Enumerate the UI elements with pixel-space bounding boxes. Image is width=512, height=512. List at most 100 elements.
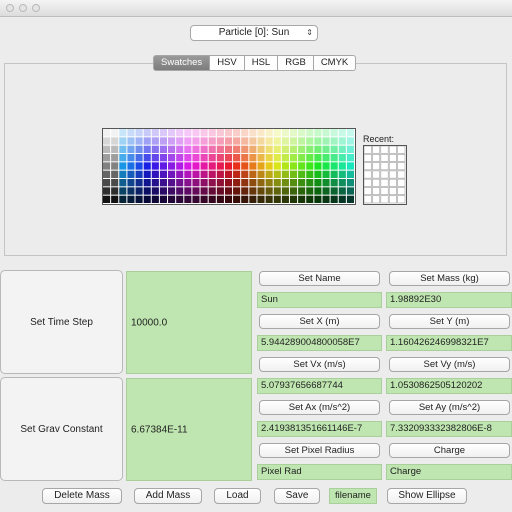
swatch-cell[interactable] [322,154,330,162]
swatch-cell[interactable] [127,129,135,137]
swatch-cell[interactable] [241,154,249,162]
swatch-cell[interactable] [281,195,289,203]
swatch-cell[interactable] [119,170,127,178]
swatch-cell[interactable] [346,187,354,195]
minimize-window-icon[interactable] [19,4,27,12]
recent-swatch-cell[interactable] [372,162,381,171]
swatch-cell[interactable] [289,187,298,195]
swatch-cell[interactable] [249,187,257,195]
swatch-cell[interactable] [249,195,257,203]
swatch-cell[interactable] [306,162,314,170]
swatch-cell[interactable] [346,195,354,203]
swatch-cell[interactable] [249,170,257,178]
swatch-cell[interactable] [330,187,338,195]
swatch-cell[interactable] [176,129,184,137]
swatch-cell[interactable] [281,187,289,195]
swatch-cell[interactable] [103,195,111,203]
swatch-cell[interactable] [330,137,338,145]
swatch-cell[interactable] [241,162,249,170]
swatch-cell[interactable] [281,137,289,145]
swatch-cell[interactable] [330,170,338,178]
add-mass-button[interactable]: Add Mass [134,488,202,504]
swatch-cell[interactable] [192,187,200,195]
swatch-cell[interactable] [257,162,265,170]
swatch-cell[interactable] [241,195,249,203]
swatch-cell[interactable] [208,187,216,195]
swatch-cell[interactable] [298,179,306,187]
swatch-cell[interactable] [159,195,168,203]
swatch-cell[interactable] [135,195,143,203]
swatch-cell[interactable] [135,145,143,153]
swatch-cell[interactable] [249,145,257,153]
swatch-cell[interactable] [159,137,168,145]
swatch-cell[interactable] [224,195,233,203]
swatch-cell[interactable] [168,187,176,195]
swatch-cell[interactable] [298,195,306,203]
swatch-cell[interactable] [159,170,168,178]
swatch-cell[interactable] [176,179,184,187]
recent-swatch-cell[interactable] [363,162,372,171]
swatch-cell[interactable] [151,162,159,170]
swatch-cell[interactable] [289,154,298,162]
swatch-cell[interactable] [119,129,127,137]
swatch-cell[interactable] [168,154,176,162]
swatch-cell[interactable] [233,162,241,170]
swatch-cell[interactable] [143,162,151,170]
swatch-cell[interactable] [135,187,143,195]
swatch-cell[interactable] [265,170,273,178]
swatch-cell[interactable] [119,195,127,203]
swatch-cell[interactable] [216,195,224,203]
swatch-cell[interactable] [314,145,322,153]
swatch-cell[interactable] [224,187,233,195]
swatch-cell[interactable] [265,187,273,195]
recent-swatch-cell[interactable] [363,178,372,187]
swatch-cell[interactable] [306,129,314,137]
swatch-cell[interactable] [127,179,135,187]
swatch-cell[interactable] [314,137,322,145]
swatch-cell[interactable] [127,162,135,170]
swatch-cell[interactable] [224,137,233,145]
swatch-cell[interactable] [289,162,298,170]
swatch-cell[interactable] [135,137,143,145]
swatch-cell[interactable] [241,179,249,187]
swatch-cell[interactable] [241,137,249,145]
recent-swatch-grid[interactable] [363,145,407,205]
filename-field[interactable]: filename [329,488,377,504]
swatch-cell[interactable] [208,129,216,137]
recent-swatch-cell[interactable] [372,187,381,196]
swatch-cell[interactable] [143,179,151,187]
swatch-cell[interactable] [119,137,127,145]
swatch-cell[interactable] [257,170,265,178]
swatch-cell[interactable] [208,162,216,170]
swatch-grid-graphic[interactable] [103,129,355,204]
swatch-cell[interactable] [143,187,151,195]
swatch-cell[interactable] [257,129,265,137]
swatch-cell[interactable] [322,170,330,178]
swatch-cell[interactable] [346,154,354,162]
recent-swatch-cell[interactable] [388,170,397,179]
swatch-cell[interactable] [298,162,306,170]
recent-swatch-cell[interactable] [372,170,381,179]
swatch-cell[interactable] [143,195,151,203]
swatch-cell[interactable] [224,162,233,170]
swatch-cell[interactable] [184,145,192,153]
swatch-cell[interactable] [111,187,119,195]
swatch-cell[interactable] [168,170,176,178]
load-button[interactable]: Load [214,488,261,504]
swatch-cell[interactable] [224,129,233,137]
set-name-button[interactable]: Set Name [259,271,380,286]
set-vy-button[interactable]: Set Vy (m/s) [389,357,510,372]
swatch-cell[interactable] [184,187,192,195]
swatch-cell[interactable] [273,187,281,195]
swatch-cell[interactable] [241,145,249,153]
swatch-cell[interactable] [273,145,281,153]
swatch-cell[interactable] [111,154,119,162]
swatch-cell[interactable] [314,129,322,137]
recent-swatch-cell[interactable] [372,145,381,154]
recent-swatch-cell[interactable] [397,153,406,162]
swatch-cell[interactable] [208,170,216,178]
swatch-cell[interactable] [249,162,257,170]
swatch-cell[interactable] [233,170,241,178]
swatch-cell[interactable] [216,179,224,187]
set-ax-button[interactable]: Set Ax (m/s^2) [259,400,380,415]
